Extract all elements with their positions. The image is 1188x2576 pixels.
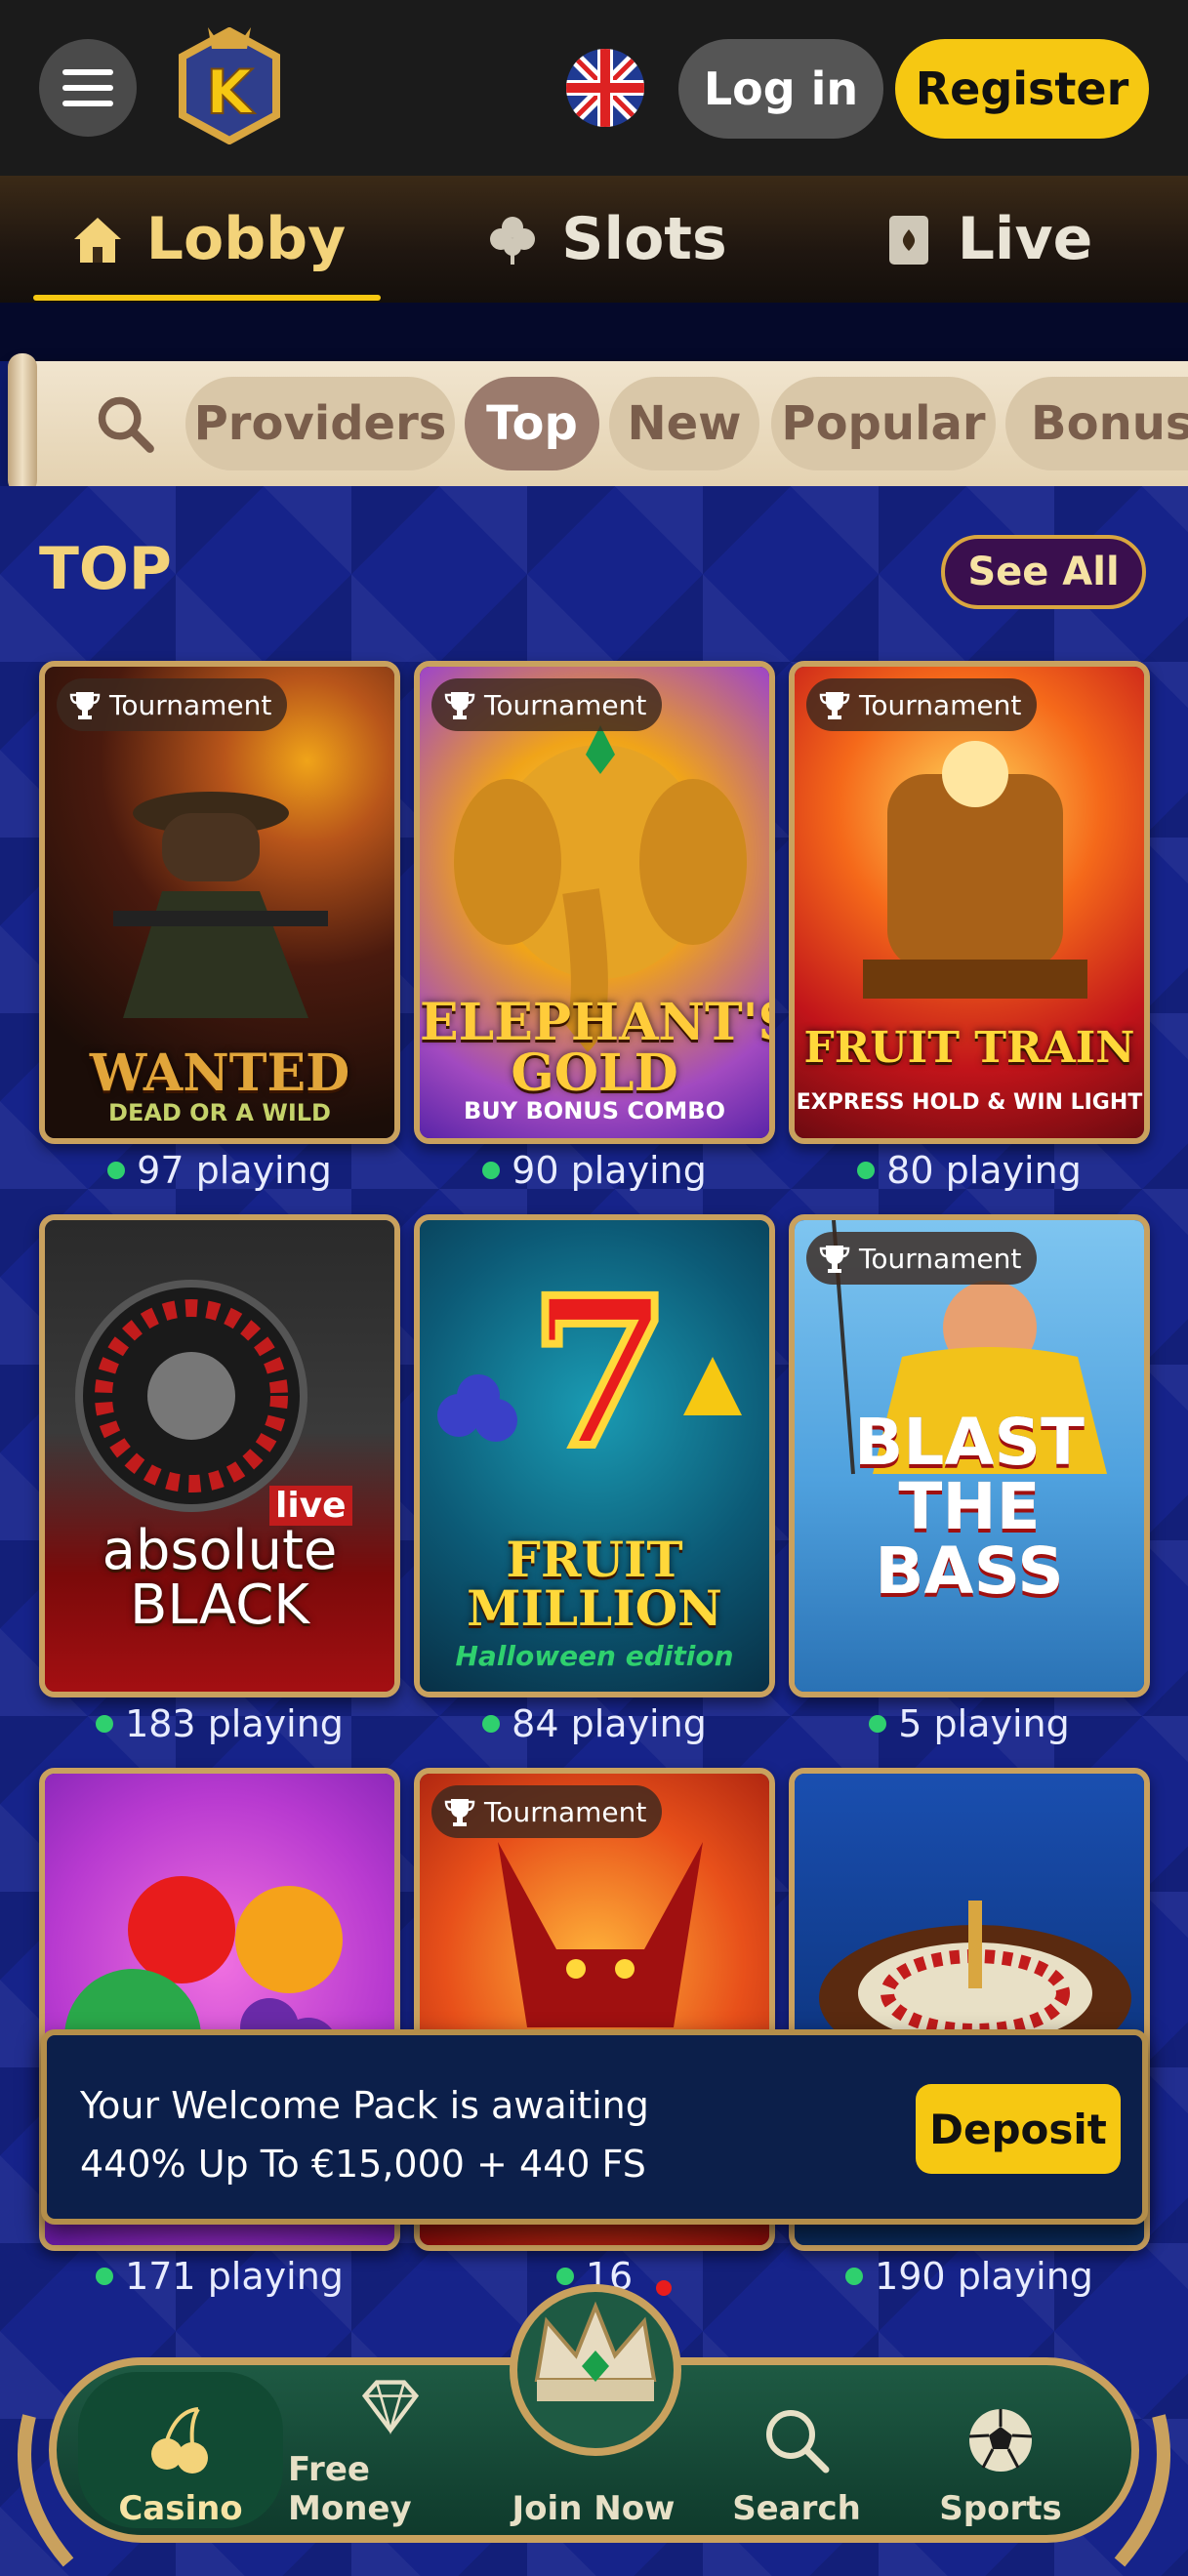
trophy-icon [69, 692, 101, 719]
cherry-icon [151, 2407, 208, 2474]
badge-label: Tournament [859, 688, 1022, 721]
tournament-badge: Tournament [431, 678, 663, 731]
tab-label: Slots [561, 205, 727, 273]
online-dot [857, 1162, 876, 1179]
welcome-pack-banner[interactable]: Your Welcome Pack is awaiting 440% Up To… [41, 2029, 1148, 2225]
register-button[interactable]: Register [895, 39, 1149, 139]
nav-sports[interactable]: Sports [898, 2372, 1103, 2528]
badge-label: Tournament [484, 1795, 647, 1828]
tab-label: Lobby [145, 205, 347, 273]
online-dot [107, 1162, 126, 1179]
filter-chip-providers[interactable]: Providers [185, 377, 455, 470]
trophy-icon [444, 1799, 475, 1826]
nav-label: Search [732, 2489, 861, 2528]
game-title: BLAST THE BASS [854, 1405, 1085, 1609]
tournament-badge: Tournament [57, 678, 288, 731]
welcome-line-1: Your Welcome Pack is awaiting [80, 2084, 649, 2127]
game-card-wanted[interactable]: WANTED DEAD OR A WILD Tournament [39, 661, 400, 1144]
nav-label: Casino [118, 2489, 243, 2528]
filter-chip-new[interactable]: New [609, 377, 759, 470]
game-card-absolute-black[interactable]: absolute BLACK live [39, 1214, 400, 1697]
active-tab-indicator [33, 295, 381, 301]
game-subtitle: Halloween edition [455, 1640, 734, 1672]
game-title: ELEPHANT'S GOLD [420, 993, 775, 1103]
clover-icon [490, 217, 536, 265]
players-count: 90 playing [414, 1149, 775, 1192]
section-title: TOP [39, 535, 172, 603]
hamburger-menu-icon[interactable] [39, 39, 137, 137]
scroll-roll [8, 353, 37, 494]
divider [0, 303, 1188, 361]
trophy-icon [819, 1246, 850, 1273]
game-title: absolute BLACK [102, 1519, 338, 1637]
players-count: 84 playing [414, 1702, 775, 1745]
online-dot [96, 1715, 114, 1733]
nav-label: Free Money [288, 2450, 412, 2528]
badge-label: Tournament [484, 688, 647, 721]
filter-chip-popular[interactable]: Popular [771, 377, 996, 470]
search-icon [98, 396, 154, 453]
players-count: 97 playing [39, 1149, 400, 1192]
online-dot [845, 2268, 864, 2285]
filter-chip-bonus[interactable]: Bonus [1005, 377, 1188, 470]
online-dot [96, 2268, 114, 2285]
crown-icon[interactable] [498, 2263, 693, 2458]
trophy-icon [444, 692, 475, 719]
players-count: 80 playing [789, 1149, 1150, 1192]
badge-label: Tournament [859, 1242, 1022, 1275]
game-subtitle: BUY BONUS COMBO [463, 1097, 726, 1124]
tab-slots[interactable]: Slots [459, 176, 752, 303]
tab-live[interactable]: Live [859, 176, 1113, 303]
top-header: K Log in Register [0, 0, 1188, 176]
game-card-fruit-train[interactable]: FRUIT TRAIN EXPRESS HOLD & WIN LIGHT Tou… [789, 661, 1150, 1144]
badge-label: Tournament [109, 688, 272, 721]
game-title: FRUIT TRAIN [803, 1023, 1135, 1073]
online-dot [869, 1715, 887, 1733]
game-title: FRUIT MILLION [467, 1531, 722, 1637]
players-count: 190 playing [789, 2255, 1150, 2298]
game-subtitle: EXPRESS HOLD & WIN LIGHT [796, 1090, 1143, 1115]
nav-label: Sports [939, 2489, 1062, 2528]
game-card-fruit-million[interactable]: 7 FRUIT MILLION Halloween edition [414, 1214, 775, 1697]
main-tabs: Lobby Slots Live [0, 176, 1188, 303]
nav-label: Join Now [512, 2489, 676, 2528]
diamond-icon [361, 2380, 420, 2435]
online-dot [482, 1162, 501, 1179]
tab-lobby[interactable]: Lobby [33, 176, 381, 303]
house-icon [73, 218, 121, 263]
filter-search-button[interactable] [76, 377, 174, 470]
game-card-blast-the-bass[interactable]: BLAST THE BASS Tournament [789, 1214, 1150, 1697]
uk-flag-icon[interactable] [566, 49, 644, 127]
players-count: 5 playing [789, 1702, 1150, 1745]
nav-casino[interactable]: Casino [78, 2372, 283, 2528]
welcome-line-2: 440% Up To €15,000 + 440 FS [80, 2143, 646, 2186]
nav-free-money[interactable]: Free Money [288, 2372, 493, 2528]
tournament-badge: Tournament [806, 678, 1038, 731]
see-all-button[interactable]: See All [941, 535, 1146, 609]
login-button[interactable]: Log in [678, 39, 883, 139]
welcome-text: Your Welcome Pack is awaiting 440% Up To… [80, 2076, 649, 2193]
trophy-icon [819, 692, 850, 719]
players-count: 171 playing [39, 2255, 400, 2298]
nav-search[interactable]: Search [694, 2372, 899, 2528]
svg-text:K: K [206, 57, 255, 128]
game-subtitle: live [269, 1486, 352, 1526]
deposit-button[interactable]: Deposit [916, 2084, 1121, 2174]
game-title: WANTED [89, 1043, 350, 1103]
tournament-badge: Tournament [806, 1232, 1038, 1285]
tournament-badge: Tournament [431, 1785, 663, 1838]
game-card-elephants-gold[interactable]: ELEPHANT'S GOLD BUY BONUS COMBO Tourname… [414, 661, 775, 1144]
tab-label: Live [957, 205, 1093, 273]
online-dot [482, 1715, 501, 1733]
svg-text:7: 7 [529, 1252, 672, 1493]
game-subtitle: DEAD OR A WILD [108, 1099, 331, 1126]
casino-logo[interactable]: K [179, 26, 280, 145]
players-count: 183 playing [39, 1702, 400, 1745]
filter-chip-top[interactable]: Top [465, 377, 599, 470]
search-icon [766, 2410, 830, 2474]
soccer-ball-icon [968, 2409, 1033, 2472]
playing-card-icon [888, 216, 928, 265]
